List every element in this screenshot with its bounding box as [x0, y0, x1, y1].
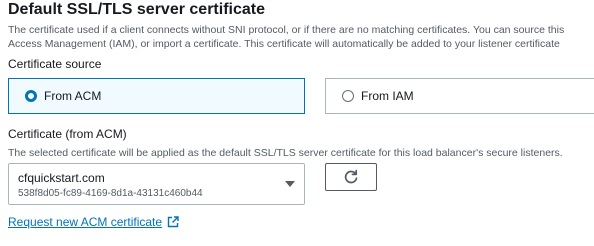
- source-option-iam-label: From IAM: [361, 89, 414, 103]
- certificate-source-label: Certificate source: [8, 57, 102, 71]
- request-acm-certificate-link-text[interactable]: Request new ACM certificate: [8, 215, 162, 229]
- section-description: The certificate used if a client connect…: [8, 23, 564, 51]
- certificate-label: Certificate (from ACM): [8, 127, 127, 141]
- certificate-select[interactable]: cfquickstart.com 538f8d05-fc89-4169-8d1a…: [8, 163, 305, 205]
- request-acm-certificate-link[interactable]: Request new ACM certificate: [8, 215, 179, 229]
- section-description-line-1: The certificate used if a client connect…: [8, 24, 565, 36]
- caret-down-icon: [285, 181, 295, 187]
- certificate-select-id: 538f8d05-fc89-4169-8d1a-43131c460b44: [18, 188, 203, 199]
- refresh-button[interactable]: [325, 163, 377, 191]
- certificate-description: The selected certificate will be applied…: [8, 147, 563, 159]
- refresh-icon: [344, 169, 358, 184]
- radio-unselected-icon[interactable]: [342, 90, 354, 102]
- section-description-line-2: Access Management (IAM), or import a cer…: [8, 38, 560, 50]
- source-option-acm-label: From ACM: [44, 89, 102, 103]
- certificate-select-value: cfquickstart.com: [18, 171, 105, 185]
- source-option-iam[interactable]: From IAM: [325, 78, 594, 114]
- source-option-acm[interactable]: From ACM: [8, 78, 305, 114]
- external-link-icon: [167, 216, 179, 228]
- radio-selected-icon[interactable]: [25, 90, 37, 102]
- section-title: Default SSL/TLS server certificate: [8, 1, 265, 18]
